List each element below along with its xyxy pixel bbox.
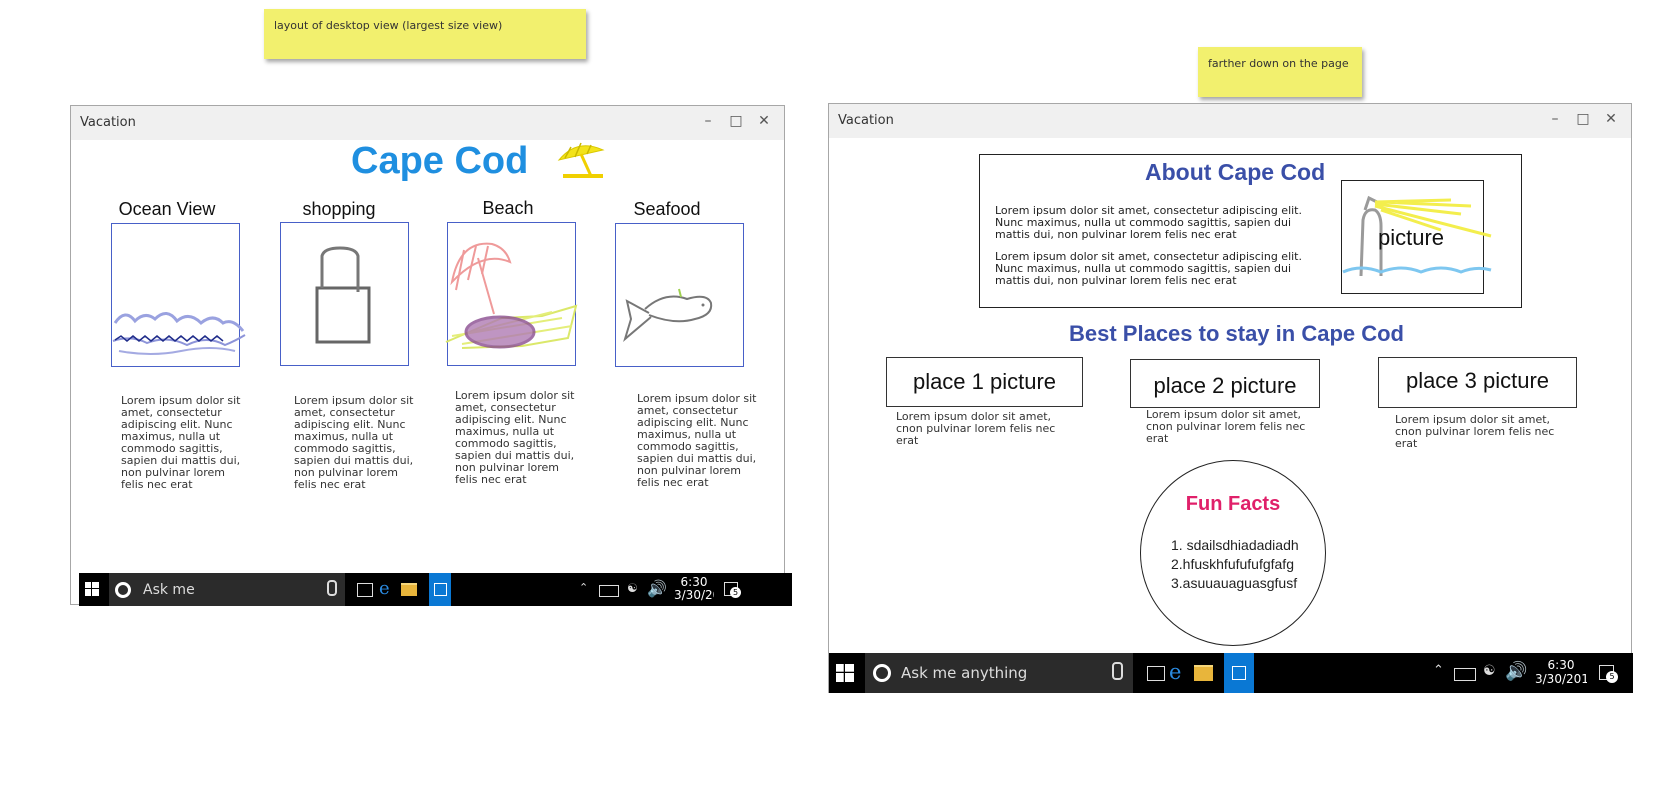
battery-icon (599, 585, 619, 597)
category-shopping-label: shopping (302, 199, 376, 219)
cortana-icon (873, 664, 891, 682)
sticky-note-farther: farther down on the page (1198, 47, 1362, 97)
maximize-icon[interactable]: □ (1575, 111, 1591, 127)
beach-sketch-icon (445, 242, 578, 349)
fish-sketch-icon (623, 288, 713, 342)
seafood-description: Lorem ipsum dolor sit amet, consectetur … (637, 392, 757, 489)
notification-badge: 5 (730, 587, 741, 598)
wave-sketch-icon (112, 312, 246, 355)
windows-start-icon[interactable] (85, 582, 99, 596)
about-title: About Cape Cod (1145, 159, 1326, 185)
place-1-caption: Lorem ipsum dolor sit amet, cnon pulvina… (896, 410, 1056, 447)
search-placeholder: Ask me anything (901, 664, 1028, 682)
taskbar: Ask me e ⌃ ☯ 🔊 6:30 3/30/20 5 (79, 573, 792, 606)
fun-facts-title: Fun Facts (1185, 493, 1281, 515)
battery-icon (1454, 668, 1476, 681)
place-3-picture[interactable]: place 3 picture (1378, 357, 1577, 408)
fun-facts-circle: Fun Facts 1. sdailsdhiadadiadh 2.hfuskhf… (1140, 460, 1326, 646)
seafood-picture[interactable] (615, 223, 744, 367)
store-icon[interactable] (429, 573, 451, 606)
clock-date: 3/30/201 (1535, 672, 1587, 686)
cortana-icon (115, 582, 131, 598)
minimize-icon[interactable]: – (700, 113, 716, 129)
place-2-caption: Lorem ipsum dolor sit amet, cnon pulvina… (1146, 408, 1306, 445)
store-icon[interactable] (1224, 653, 1254, 693)
close-icon[interactable]: ✕ (1603, 111, 1619, 127)
place-2-picture[interactable]: place 2 picture (1130, 359, 1320, 408)
beach-description: Lorem ipsum dolor sit amet, consectetur … (455, 389, 575, 486)
about-picture: picture (1341, 180, 1492, 294)
picture-label: picture (1378, 225, 1445, 250)
beach-picture[interactable] (445, 222, 578, 366)
fun-fact-item: 2.hfuskhfufufufgfafg (1171, 556, 1294, 572)
place-2-label: place 2 picture (1153, 373, 1297, 398)
left-window: Vacation – □ ✕ Cape Cod Ocean View shopp… (70, 105, 792, 606)
category-beach-label: Beach (482, 198, 534, 218)
chevron-up-icon[interactable]: ⌃ (579, 581, 588, 594)
shopping-description: Lorem ipsum dolor sit amet, consectetur … (294, 394, 414, 491)
category-ocean-view-label: Ocean View (118, 199, 216, 219)
place-3-caption: Lorem ipsum dolor sit amet, cnon pulvina… (1395, 413, 1555, 450)
clock-date: 3/30/20 (674, 588, 714, 602)
task-view-icon[interactable] (1147, 666, 1165, 681)
about-paragraph-2: Lorem ipsum dolor sit amet, consectetur … (995, 250, 1302, 287)
title-bar: Vacation – □ ✕ (829, 104, 1631, 138)
search-placeholder: Ask me (143, 582, 195, 598)
file-explorer-icon[interactable] (401, 583, 417, 596)
edge-icon[interactable]: e (379, 578, 390, 599)
clock[interactable]: 6:30 3/30/201 (1535, 658, 1587, 690)
microphone-icon[interactable] (327, 580, 337, 596)
volume-icon[interactable]: 🔊 (647, 579, 667, 598)
wifi-icon[interactable]: ☯ (1483, 663, 1496, 679)
volume-icon[interactable]: 🔊 (1505, 661, 1527, 682)
place-3-label: place 3 picture (1405, 368, 1550, 393)
notification-badge: 5 (1606, 671, 1618, 683)
category-seafood-label: Seafood (633, 199, 701, 219)
shopping-picture[interactable] (280, 222, 409, 366)
shopping-bag-icon (315, 246, 371, 344)
chevron-up-icon[interactable]: ⌃ (1433, 663, 1444, 678)
page-title: Cape Cod (351, 140, 529, 182)
fun-fact-item: 1. sdailsdhiadadiadh (1171, 537, 1299, 553)
maximize-icon[interactable]: □ (728, 113, 744, 129)
place-1-picture[interactable]: place 1 picture (886, 357, 1083, 407)
sticky-note-text: farther down on the page (1208, 57, 1349, 70)
about-paragraph-1: Lorem ipsum dolor sit amet, consectetur … (995, 204, 1302, 241)
best-places-title: Best Places to stay in Cape Cod (1069, 321, 1404, 346)
edge-icon[interactable]: e (1169, 660, 1181, 684)
minimize-icon[interactable]: – (1547, 111, 1563, 127)
sticky-note-text: layout of desktop view (largest size vie… (274, 19, 503, 32)
file-explorer-icon[interactable] (1194, 665, 1213, 681)
clock[interactable]: 6:30 3/30/20 (674, 576, 714, 604)
beach-umbrella-icon (557, 142, 605, 178)
place-1-label: place 1 picture (912, 369, 1057, 394)
ocean-view-picture[interactable] (111, 223, 246, 367)
right-window: Vacation – □ ✕ About Cape Cod Lorem ipsu… (828, 103, 1633, 693)
title-bar: Vacation – □ ✕ (71, 106, 784, 140)
clock-time: 6:30 (1547, 658, 1575, 672)
fun-fact-item: 3.asuuauaguasgfusf (1171, 575, 1298, 591)
ocean-view-description: Lorem ipsum dolor sit amet, consectetur … (121, 394, 241, 491)
search-box[interactable]: Ask me (109, 573, 345, 606)
search-box[interactable]: Ask me anything (865, 653, 1133, 693)
window-title: Vacation (80, 115, 136, 130)
about-section: About Cape Cod Lorem ipsum dolor sit ame… (979, 154, 1522, 308)
close-icon[interactable]: ✕ (756, 113, 772, 129)
task-view-icon[interactable] (357, 583, 373, 597)
windows-start-icon[interactable] (836, 664, 854, 682)
microphone-icon[interactable] (1112, 662, 1123, 680)
window-title: Vacation (838, 113, 894, 128)
sticky-note-desktop: layout of desktop view (largest size vie… (264, 9, 586, 59)
taskbar: Ask me anything e ⌃ ☯ 🔊 6:30 3/30/201 5 (829, 653, 1633, 693)
wifi-icon[interactable]: ☯ (627, 581, 638, 595)
